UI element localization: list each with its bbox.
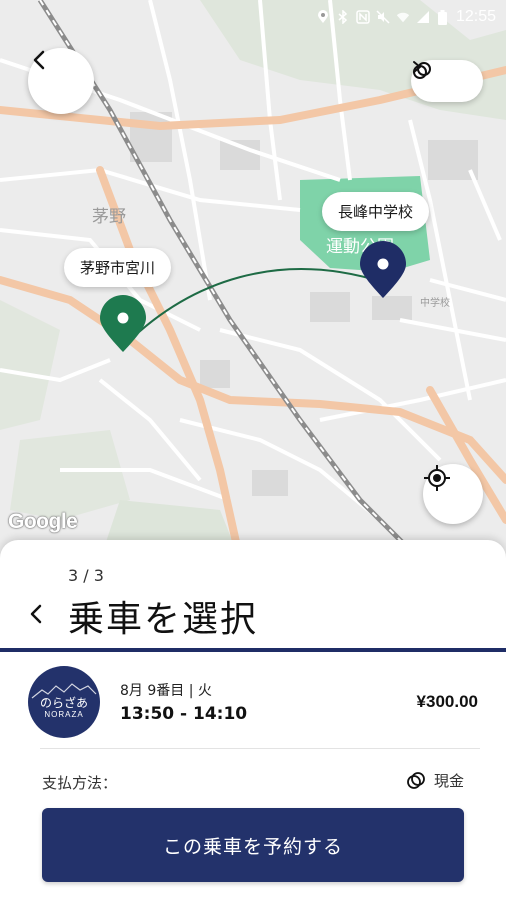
destination-label: 長峰中学校: [322, 192, 430, 231]
step-indicator: 3 / 3: [68, 566, 104, 585]
payment-label: 支払方法：: [42, 774, 118, 792]
layers-button[interactable]: [411, 60, 483, 102]
map-view[interactable]: 茅野 運動公園 中学校 茅野市宮川 長峰中学校 Google: [0, 0, 506, 560]
sheet-back-button[interactable]: [22, 600, 50, 628]
reserve-ride-button[interactable]: この乗車を予約する: [42, 808, 464, 882]
status-bar: 12:55: [0, 0, 506, 34]
chevron-right-icon: [413, 61, 421, 73]
bluetooth-icon: [336, 10, 350, 24]
ride-option[interactable]: のらざあ NORAZA 8月 9番目 | 火 13:50 - 14:10 ¥30…: [0, 660, 506, 746]
place-label: 中学校: [420, 296, 450, 309]
ride-date: 8月 9番目 | 火: [120, 683, 212, 699]
payment-method-label: 現金: [433, 772, 464, 790]
divider: [40, 748, 480, 749]
payment-method-selector[interactable]: 現金: [406, 770, 464, 791]
map-back-button[interactable]: [28, 48, 94, 114]
wifi-icon: [396, 10, 410, 24]
ride-time: 13:50 - 14:10: [120, 704, 248, 724]
signal-icon: [416, 10, 430, 24]
nfc-icon: [356, 10, 370, 24]
arrow-left-icon: [30, 604, 42, 624]
cash-icon: [407, 771, 425, 789]
mute-icon: [376, 10, 390, 24]
service-logo: のらざあ NORAZA: [28, 666, 100, 738]
page-title: 乗車を選択: [68, 599, 259, 640]
battery-icon: [436, 9, 450, 25]
place-label: 茅野: [92, 207, 126, 227]
my-location-button[interactable]: [423, 464, 483, 524]
logo-subtext: NORAZA: [44, 710, 84, 719]
arrow-left-icon: [33, 50, 45, 70]
status-time: 12:55: [455, 8, 496, 25]
origin-label: 茅野市宮川: [64, 248, 172, 287]
crosshair-icon: [424, 465, 450, 491]
google-attribution: Google: [8, 510, 78, 533]
location-icon: [316, 10, 330, 24]
progress-bar: [0, 648, 506, 652]
ride-price: ¥300.00: [416, 692, 478, 711]
logo-text: のらざあ: [39, 696, 88, 710]
ride-selection-sheet: 3 / 3 乗車を選択 のらざあ NORAZA 8月 9番目 | 火 13:50…: [0, 540, 506, 900]
